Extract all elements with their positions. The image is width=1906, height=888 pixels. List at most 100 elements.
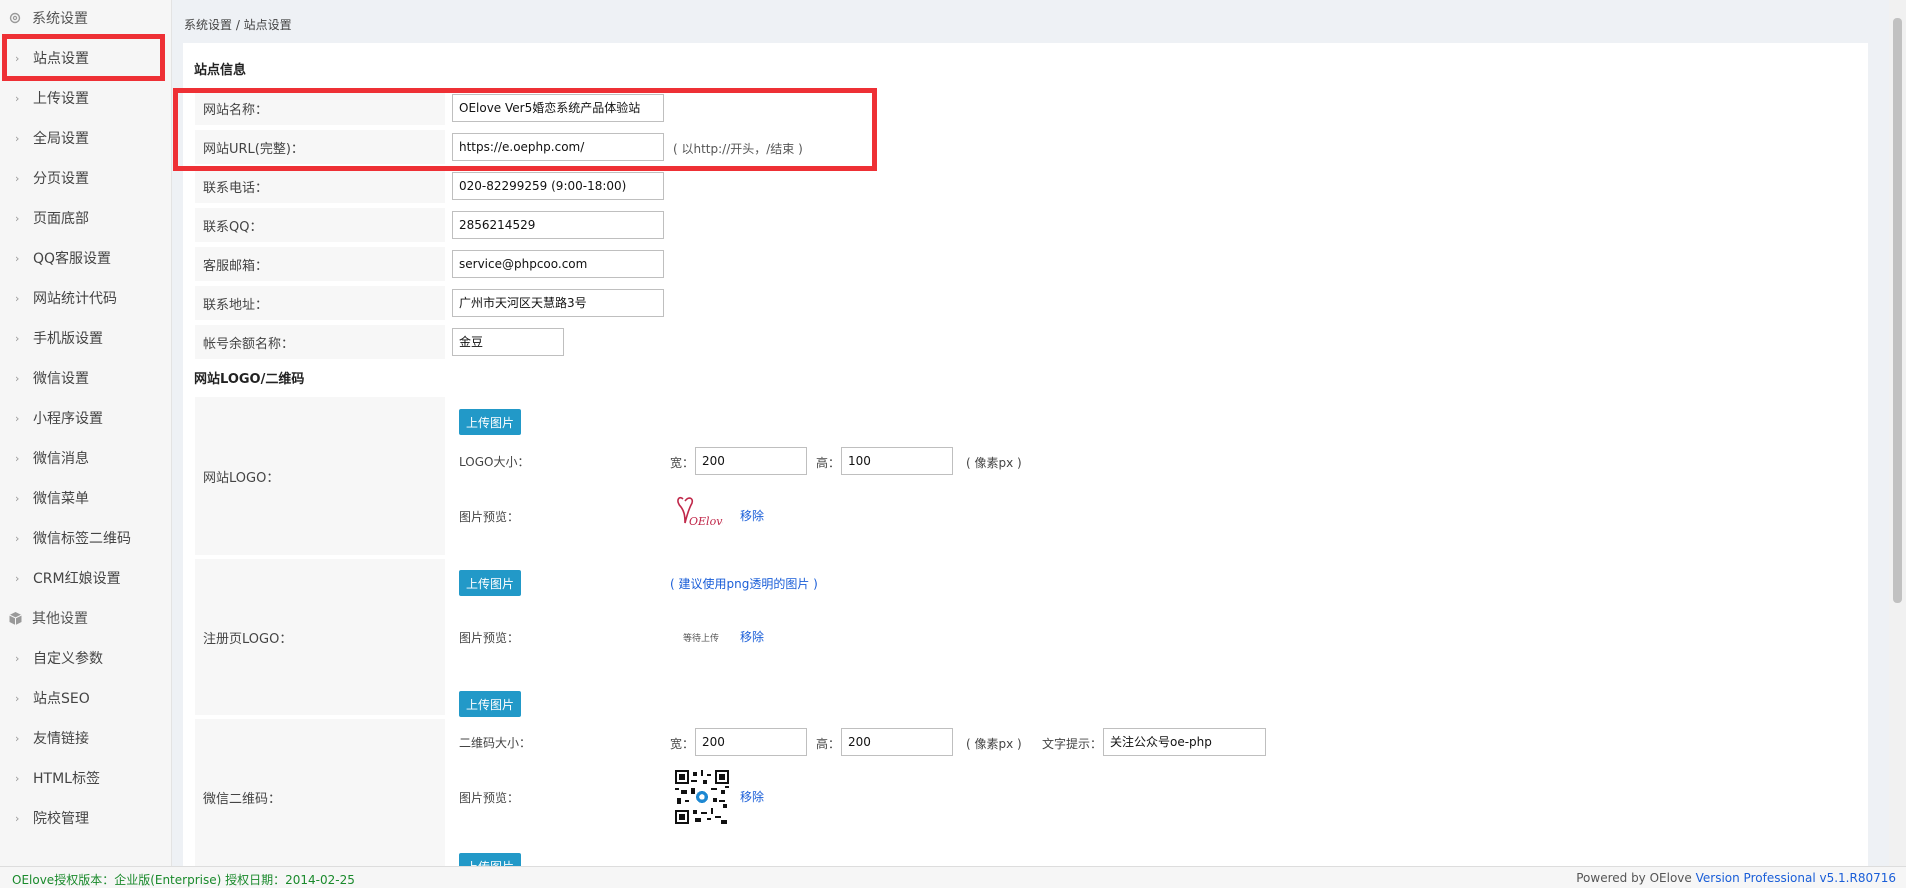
- sidebar-item-label: 微信消息: [33, 451, 89, 467]
- vertical-scrollbar[interactable]: [1889, 0, 1906, 866]
- sidebar-item[interactable]: › 微信消息: [0, 438, 172, 478]
- chevron-right-icon: ›: [15, 51, 20, 65]
- section-title-logo: 网站LOGO/二维码: [194, 372, 305, 387]
- sidebar-item[interactable]: › 微信菜单: [0, 478, 172, 518]
- upload-reg-logo-button[interactable]: 上传图片: [459, 570, 521, 596]
- field-hint: ( 以http://开头，/结束 ): [673, 142, 803, 156]
- sidebar-group-system[interactable]: 系统设置: [0, 0, 172, 36]
- qr-height-label: 高：: [816, 737, 841, 751]
- qr-height-input[interactable]: 200: [841, 728, 953, 756]
- reg-logo-label: 注册页LOGO：: [195, 559, 445, 715]
- reg-logo-remove-link[interactable]: 移除: [740, 628, 764, 645]
- field-label: 帐号余额名称：: [195, 325, 445, 359]
- chevron-right-icon: ›: [15, 411, 20, 425]
- chevron-right-icon: ›: [15, 731, 20, 745]
- qr-size-label: 二维码大小：: [459, 736, 532, 750]
- qr-code-image: [675, 770, 729, 824]
- qr-remove-link[interactable]: 移除: [740, 788, 764, 805]
- field-label: 网站URL(完整)：: [195, 130, 445, 164]
- sidebar-item[interactable]: › 自定义参数: [0, 638, 172, 678]
- sidebar-item-label: 微信设置: [33, 371, 89, 387]
- logo-height-input[interactable]: 100: [841, 447, 953, 475]
- sidebar-item[interactable]: › QQ客服设置: [0, 238, 172, 278]
- sidebar-item[interactable]: › 上传设置: [0, 78, 172, 118]
- field-input[interactable]: 金豆: [452, 328, 564, 356]
- sidebar-item[interactable]: › 院校管理: [0, 798, 172, 838]
- reg-logo-preview-label: 图片预览：: [459, 631, 520, 645]
- field-input[interactable]: OElove Ver5婚恋系统产品体验站: [452, 94, 664, 122]
- field-label: 联系电话：: [195, 169, 445, 203]
- reg-logo-preview-placeholder: 等待上传: [683, 634, 720, 644]
- sidebar-item[interactable]: › 分页设置: [0, 158, 172, 198]
- upload-site-logo-button[interactable]: 上传图片: [459, 409, 521, 435]
- sidebar-item[interactable]: › HTML标签: [0, 758, 172, 798]
- logo-width-label: 宽：: [670, 456, 695, 470]
- sidebar-item-label: QQ客服设置: [33, 251, 112, 267]
- wechat-qr-label: 微信二维码：: [195, 719, 445, 866]
- scrollbar-thumb[interactable]: [1893, 18, 1902, 603]
- field-input[interactable]: https://e.oephp.com/: [452, 133, 664, 161]
- qr-width-label: 宽：: [670, 737, 695, 751]
- logo-preview-image: OElove: [675, 493, 729, 533]
- sidebar-item[interactable]: › 网站统计代码: [0, 278, 172, 318]
- breadcrumb: 系统设置 / 站点设置: [184, 18, 292, 32]
- field-label: 网站名称：: [195, 91, 445, 125]
- sidebar-item-label: 友情链接: [33, 731, 89, 747]
- upload-next-button[interactable]: 上传图片: [459, 853, 521, 866]
- qr-text-hint-label: 文字提示：: [1042, 737, 1103, 751]
- qr-text-hint-input[interactable]: 关注公众号oe-php: [1103, 728, 1266, 756]
- logo-size-label: LOGO大小：: [459, 455, 530, 469]
- sidebar-item-label: 站点SEO: [33, 691, 90, 707]
- upload-wechat-qr-button[interactable]: 上传图片: [459, 691, 521, 717]
- chevron-right-icon: ›: [15, 531, 20, 545]
- sidebar-group-label: 系统设置: [32, 11, 88, 27]
- field-input[interactable]: service@phpcoo.com: [452, 250, 664, 278]
- chevron-right-icon: ›: [15, 451, 20, 465]
- site-logo-label: 网站LOGO：: [195, 397, 445, 555]
- logo-preview-label: 图片预览：: [459, 510, 520, 524]
- logo-height-label: 高：: [816, 456, 841, 470]
- sidebar-item[interactable]: › 小程序设置: [0, 398, 172, 438]
- sidebar-item[interactable]: › 站点设置: [0, 38, 172, 78]
- sidebar-item-label: 上传设置: [33, 91, 89, 107]
- chevron-right-icon: ›: [15, 131, 20, 145]
- sidebar-item[interactable]: › 全局设置: [0, 118, 172, 158]
- sidebar: 系统设置 › 站点设置 › 上传设置 › 全局设置 › 分页设置 › 页面底部 › QQ客服设置 › 网站…: [0, 0, 172, 866]
- sidebar-item-label: 网站统计代码: [33, 291, 117, 307]
- field-label: 联系QQ：: [195, 208, 445, 242]
- footer-version-link[interactable]: Version Professional v5.1.R80716: [1696, 871, 1896, 885]
- sidebar-item[interactable]: › 手机版设置: [0, 318, 172, 358]
- svg-text:OElove: OElove: [689, 515, 723, 528]
- chevron-right-icon: ›: [15, 91, 20, 105]
- chevron-right-icon: ›: [15, 371, 20, 385]
- logo-remove-link[interactable]: 移除: [740, 507, 764, 524]
- qr-width-input[interactable]: 200: [695, 728, 807, 756]
- chevron-right-icon: ›: [15, 691, 20, 705]
- sidebar-item[interactable]: › 页面底部: [0, 198, 172, 238]
- sidebar-group-other[interactable]: 其他设置: [0, 600, 172, 636]
- logo-unit: ( 像素px ): [966, 456, 1022, 470]
- sidebar-item-label: 院校管理: [33, 811, 89, 827]
- field-label: 客服邮箱：: [195, 247, 445, 281]
- chevron-right-icon: ›: [15, 171, 20, 185]
- field-input[interactable]: 2856214529: [452, 211, 664, 239]
- sidebar-item-label: 全局设置: [33, 131, 89, 147]
- sidebar-item-label: 手机版设置: [33, 331, 103, 347]
- qr-preview-label: 图片预览：: [459, 791, 520, 805]
- sidebar-item[interactable]: › 友情链接: [0, 718, 172, 758]
- chevron-right-icon: ›: [15, 491, 20, 505]
- sidebar-item[interactable]: › 微信标签二维码: [0, 518, 172, 558]
- field-input[interactable]: 广州市天河区天慧路3号: [452, 289, 664, 317]
- sidebar-item-label: 微信标签二维码: [33, 531, 131, 547]
- sidebar-item-label: 页面底部: [33, 211, 89, 227]
- chevron-right-icon: ›: [15, 571, 20, 585]
- reg-logo-hint: ( 建议使用png透明的图片 ): [670, 577, 818, 591]
- main-panel: 站点信息 网站名称： OElove Ver5婚恋系统产品体验站 网站URL(完整)：…: [183, 43, 1868, 866]
- sidebar-item[interactable]: › 站点SEO: [0, 678, 172, 718]
- field-input[interactable]: 020-82299259 (9:00-18:00): [452, 172, 664, 200]
- sidebar-item[interactable]: › CRM红娘设置: [0, 558, 172, 598]
- footer-powered-by: Powered by OElove Version Professional v…: [1576, 871, 1896, 885]
- chevron-right-icon: ›: [15, 291, 20, 305]
- logo-width-input[interactable]: 200: [695, 447, 807, 475]
- sidebar-item[interactable]: › 微信设置: [0, 358, 172, 398]
